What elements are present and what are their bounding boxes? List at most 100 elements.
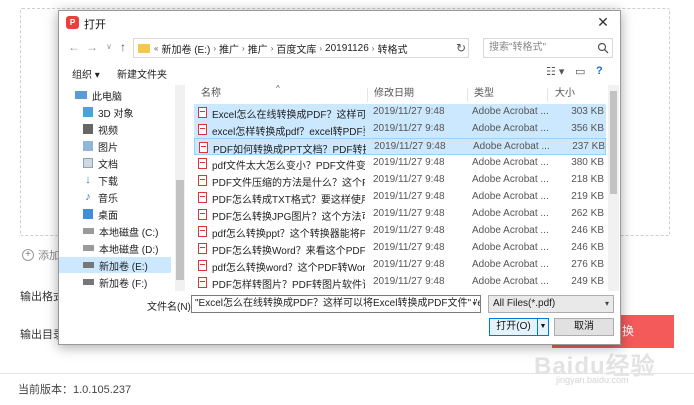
file-size: 276 KB bbox=[571, 259, 604, 270]
breadcrumb-overflow[interactable]: « bbox=[154, 44, 158, 53]
filename-history-dropdown-icon[interactable]: ▾ bbox=[469, 296, 480, 312]
nav-item-label: 本地磁盘 (C:) bbox=[99, 227, 159, 239]
nav-item-3d-objects[interactable]: 3D 对象 bbox=[59, 104, 171, 120]
breadcrumb-chevron-icon[interactable]: › bbox=[242, 44, 245, 53]
preview-pane-icon[interactable]: ▭ bbox=[575, 65, 585, 78]
breadcrumb-item[interactable]: 推广 bbox=[248, 41, 268, 56]
up-arrow-icon[interactable]: ↑ bbox=[116, 40, 130, 54]
column-divider[interactable] bbox=[367, 88, 368, 102]
nav-item-label: 新加卷 (E:) bbox=[99, 261, 148, 273]
recent-locations-chevron-icon[interactable]: ∨ bbox=[102, 40, 116, 54]
column-header-size[interactable]: 大小 bbox=[555, 85, 575, 103]
help-icon[interactable]: ? bbox=[596, 65, 603, 77]
file-row[interactable]: PDF怎样转图片？PDF转图片软件该这样... 2019/11/27 9:48 Ad… bbox=[194, 274, 606, 291]
nav-item-label: 音乐 bbox=[98, 193, 118, 205]
nav-item-videos[interactable]: 视频 bbox=[59, 121, 171, 137]
nav-item-downloads[interactable]: ↓ 下载 bbox=[59, 172, 171, 188]
file-row[interactable]: excel怎样转换成pdf？excel转PDF要这... 2019/11/27 9… bbox=[194, 121, 606, 138]
file-row[interactable]: PDF怎么转换Word？来看这个PDF转换... 2019/11/27 9:48 A… bbox=[194, 240, 606, 257]
file-row[interactable]: pdf怎么转换ppt？这个转换器能将PDF... 2019/11/27 9:48 A… bbox=[194, 223, 606, 240]
cancel-button[interactable]: 取消 bbox=[554, 318, 614, 336]
search-input[interactable]: 搜索"转格式" bbox=[483, 38, 613, 58]
pdf-file-icon bbox=[198, 158, 207, 169]
nav-item-drive-c[interactable]: 本地磁盘 (C:) bbox=[59, 223, 171, 239]
column-header-name[interactable]: 名称 bbox=[201, 85, 221, 103]
file-date: 2019/11/27 9:48 bbox=[373, 106, 445, 117]
scrollbar-thumb[interactable] bbox=[610, 91, 617, 194]
download-icon: ↓ bbox=[85, 174, 91, 186]
pdf-file-icon bbox=[198, 209, 207, 220]
nav-item-this-pc[interactable]: 此电脑 bbox=[59, 87, 171, 103]
file-name: pdf文件太大怎么变小？PDF文件变小的... bbox=[212, 161, 365, 172]
picture-icon bbox=[83, 141, 93, 151]
forward-arrow-icon[interactable]: → bbox=[85, 40, 99, 54]
file-row[interactable]: PDF文件压缩的方法是什么？这个PDF转... 2019/11/27 9:48 Ad… bbox=[194, 172, 606, 189]
nav-item-drive-d[interactable]: 本地磁盘 (D:) bbox=[59, 240, 171, 256]
scrollbar-thumb[interactable] bbox=[176, 180, 184, 280]
file-row[interactable]: PDF怎么转换JPG图片？这个方法可以... 2019/11/27 9:48 Ado… bbox=[194, 206, 606, 223]
pdf-file-icon bbox=[198, 107, 207, 118]
file-type-filter-select[interactable]: All Files(*.pdf) ▾ bbox=[488, 295, 614, 313]
breadcrumb-item[interactable]: 新加卷 (E:) bbox=[161, 41, 210, 56]
file-row[interactable]: Excel怎么在线转换成PDF？这样可以将E... 2019/11/27 9:48… bbox=[194, 104, 606, 121]
nav-item-desktop[interactable]: 桌面 bbox=[59, 206, 171, 222]
file-name: PDF文件压缩的方法是什么？这个PDF转... bbox=[212, 178, 365, 189]
open-options-dropdown-icon[interactable]: ▼ bbox=[537, 318, 549, 336]
nav-item-drive-e[interactable]: 新加卷 (E:) bbox=[59, 257, 171, 273]
column-header-date[interactable]: 修改日期 bbox=[374, 85, 414, 103]
navigation-pane-scrollbar[interactable] bbox=[175, 85, 185, 291]
breadcrumb-item[interactable]: 20191126 bbox=[325, 43, 369, 54]
back-arrow-icon[interactable]: ← bbox=[67, 40, 81, 54]
breadcrumb-chevron-icon[interactable]: › bbox=[271, 44, 274, 53]
file-type-filter-value: All Files(*.pdf) bbox=[493, 298, 556, 309]
file-list-scrollbar[interactable] bbox=[608, 85, 619, 291]
cube-icon bbox=[83, 107, 93, 117]
nav-item-drive-f[interactable]: 新加卷 (F:) bbox=[59, 274, 171, 290]
nav-item-label: 图片 bbox=[98, 142, 118, 154]
breadcrumb-chevron-icon[interactable]: › bbox=[213, 44, 216, 53]
command-toolbar: 组织 ▾ 新建文件夹 ☷ ▾ ▭ ? bbox=[59, 61, 620, 83]
address-bar[interactable]: « 新加卷 (E:) › 推广 › 推广 › 百度文库 › 20191126 ›… bbox=[133, 38, 469, 58]
music-icon: ♪ bbox=[85, 191, 91, 203]
filename-label: 文件名(N): bbox=[147, 302, 194, 313]
search-icon[interactable] bbox=[597, 42, 609, 54]
column-header-type[interactable]: 类型 bbox=[474, 85, 494, 103]
pdf-file-icon bbox=[198, 226, 207, 237]
file-date: 2019/11/27 9:48 bbox=[373, 123, 445, 134]
nav-item-label: 3D 对象 bbox=[98, 108, 134, 120]
app-pdf-icon: P bbox=[66, 16, 79, 29]
column-divider[interactable] bbox=[467, 88, 468, 102]
drive-icon bbox=[83, 228, 94, 234]
breadcrumb-item[interactable]: 百度文库 bbox=[276, 41, 316, 56]
dialog-title: 打开 bbox=[84, 19, 106, 31]
nav-item-pictures[interactable]: 图片 bbox=[59, 138, 171, 154]
file-size: 237 KB bbox=[572, 141, 605, 152]
view-options-icon[interactable]: ☷ ▾ bbox=[546, 65, 564, 78]
pdf-file-icon bbox=[199, 142, 208, 153]
breadcrumb-item[interactable]: 推广 bbox=[219, 41, 239, 56]
new-folder-button[interactable]: 新建文件夹 bbox=[117, 66, 167, 81]
column-divider[interactable] bbox=[547, 88, 548, 102]
file-type: Adobe Acrobat ... bbox=[472, 225, 549, 236]
file-date: 2019/11/27 9:48 bbox=[373, 259, 445, 270]
filename-input[interactable]: "Excel怎么在线转换成PDF？这样可以将Excel转换成PDF文件" "ex… bbox=[191, 295, 481, 313]
breadcrumb-chevron-icon[interactable]: › bbox=[372, 44, 375, 53]
open-file-dialog: P 打开 ✕ ← → ∨ ↑ « 新加卷 (E:) › 推广 › 推广 › 百度… bbox=[58, 10, 621, 345]
file-row[interactable]: pdf文件太大怎么变小？PDF文件变小的... 2019/11/27 9:48 Ad… bbox=[194, 155, 606, 172]
file-row[interactable]: pdf怎么转换word？这个PDF转Word... 2019/11/27 9:48… bbox=[194, 257, 606, 274]
organize-menu[interactable]: 组织 ▾ bbox=[72, 66, 100, 81]
refresh-icon[interactable]: ↻ bbox=[454, 41, 468, 55]
document-icon bbox=[83, 158, 93, 168]
dialog-titlebar[interactable]: P 打开 ✕ bbox=[59, 11, 620, 35]
file-row[interactable]: PDF如何转换成PPT文档？PDF转换成PP... 2019/11/27 9:48… bbox=[194, 138, 606, 156]
breadcrumb-chevron-icon[interactable]: › bbox=[319, 44, 322, 53]
file-date: 2019/11/27 9:48 bbox=[373, 276, 445, 287]
nav-item-documents[interactable]: 文档 bbox=[59, 155, 171, 171]
nav-item-music[interactable]: ♪ 音乐 bbox=[59, 189, 171, 205]
open-button[interactable]: 打开(O) bbox=[489, 318, 538, 336]
drive-icon bbox=[83, 245, 94, 251]
nav-item-label: 文档 bbox=[98, 159, 118, 171]
close-icon[interactable]: ✕ bbox=[594, 13, 612, 31]
breadcrumb-item[interactable]: 转格式 bbox=[377, 41, 407, 56]
file-row[interactable]: PDF怎么转成TXT格式？要这样使用PDF... 2019/11/27 9:48 A… bbox=[194, 189, 606, 206]
